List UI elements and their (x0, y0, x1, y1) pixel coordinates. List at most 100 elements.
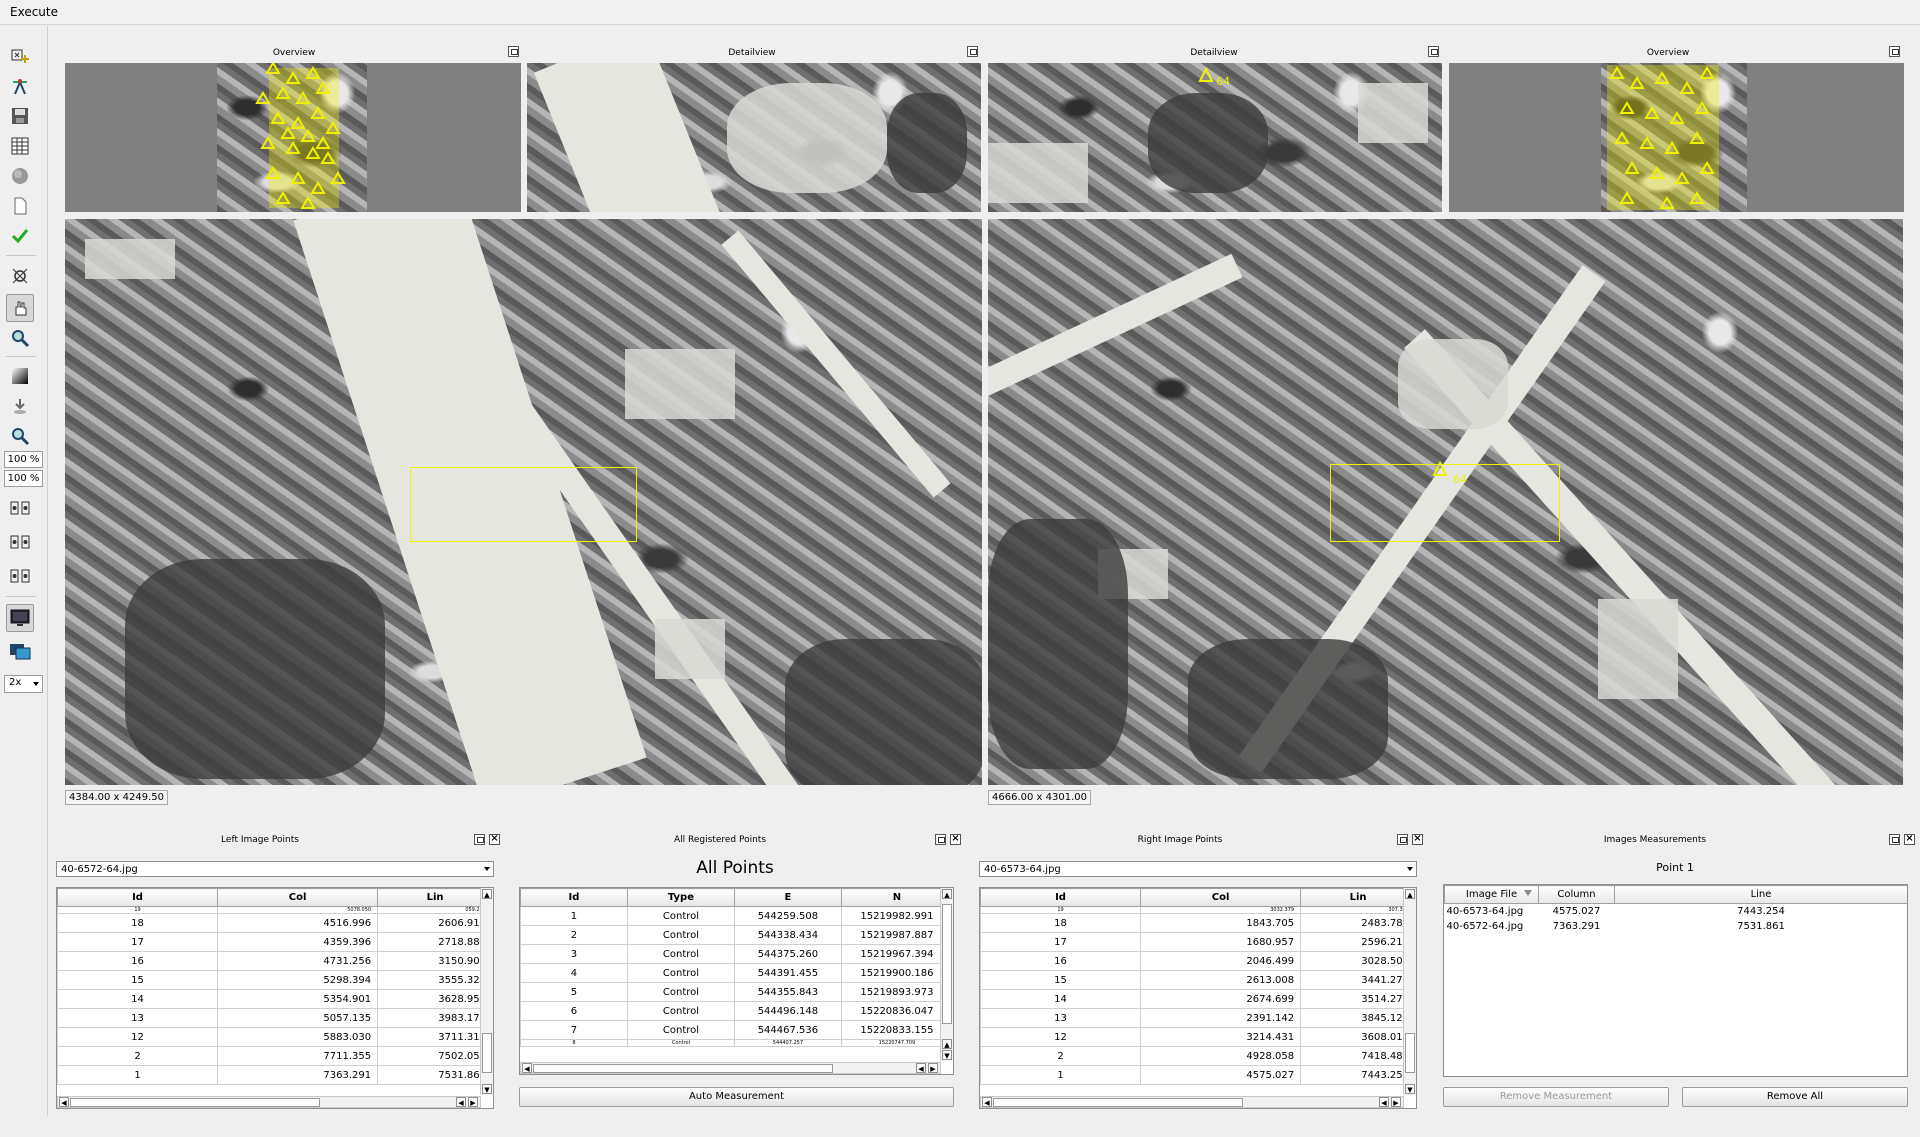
scroll-left-icon[interactable]: ◀ (982, 1097, 992, 1107)
table-row[interactable]: 12 3214.431 3608.016 (980, 1027, 1416, 1047)
column-header[interactable]: Id (980, 888, 1142, 907)
document-icon[interactable] (6, 192, 34, 220)
scroll-left-icon[interactable]: ◀ (916, 1063, 926, 1073)
table-row[interactable]: 4 Control 544391.455 15219900.186 (520, 963, 953, 983)
table-row[interactable]: 19 3032.379 307.385 (980, 906, 1416, 914)
vertical-scrollbar[interactable]: ▲ ▼ (1403, 888, 1416, 1095)
main-right-view[interactable]: 64 (988, 219, 1903, 785)
scroll-up-icon[interactable]: ▲ (942, 889, 952, 899)
detail-right-view[interactable]: 64 (988, 63, 1442, 212)
column-header[interactable]: Id (520, 888, 628, 907)
detail-left-view[interactable] (527, 63, 981, 212)
overview-left-view[interactable] (65, 63, 521, 212)
right-points-table[interactable]: Id Col Lin 19 3032.379 307.385 18 1843.705 2… (979, 887, 1417, 1109)
column-header[interactable]: Id (57, 888, 219, 907)
table-row[interactable]: 2 4928.058 7418.484 (980, 1046, 1416, 1066)
scroll-thumb[interactable] (1405, 1033, 1415, 1073)
table-row[interactable]: 17 1680.957 2596.219 (980, 932, 1416, 952)
table-row[interactable]: 40-6572-64.jpg 7363.291 7531.861 (1445, 919, 1908, 934)
scroll-thumb[interactable] (70, 1098, 320, 1107)
column-header[interactable]: Line (1614, 885, 1907, 904)
table-row[interactable]: 18 1843.705 2483.784 (980, 913, 1416, 933)
horizontal-scrollbar[interactable]: ◀ ◀ ▶ (980, 1096, 1404, 1108)
scroll-thumb[interactable] (942, 904, 952, 1024)
table-row[interactable]: 40-6573-64.jpg 4575.027 7443.254 (1445, 904, 1908, 920)
table-row[interactable]: 2 Control 544338.434 15219987.887 (520, 925, 953, 945)
scroll-right-icon[interactable]: ▶ (928, 1063, 938, 1073)
horizontal-scrollbar[interactable]: ◀ ◀ ▶ (57, 1096, 481, 1108)
table-row[interactable]: 5 Control 544355.843 15219893.973 (520, 982, 953, 1002)
scroll-down-icon[interactable]: ▼ (482, 1084, 492, 1094)
all-points-table[interactable]: Id Type E N 1 Control 544259.508 15219982.9… (519, 887, 954, 1075)
crosshair-icon[interactable] (6, 262, 34, 290)
scroll-up-icon[interactable]: ▲ (1405, 889, 1415, 899)
float-icon[interactable] (1428, 46, 1439, 57)
column-header[interactable]: Col (1140, 888, 1302, 907)
contrast-icon[interactable] (6, 362, 34, 390)
table-row[interactable]: 2 7711.355 7502.057 (57, 1046, 493, 1066)
pan-hand-icon[interactable] (6, 294, 34, 322)
table-row[interactable]: 1 4575.027 7443.254 (980, 1065, 1416, 1085)
float-icon[interactable] (935, 834, 946, 845)
zoom-left-field[interactable]: 100 % (4, 451, 43, 468)
table-row[interactable]: 16 4731.256 3150.904 (57, 951, 493, 971)
globe-icon[interactable] (6, 162, 34, 190)
scroll-left-icon[interactable]: ◀ (522, 1063, 532, 1073)
table-row[interactable]: 19 5078.050 059.294 (57, 906, 493, 914)
scroll-thumb[interactable] (533, 1064, 833, 1073)
table-icon[interactable] (6, 132, 34, 160)
close-icon[interactable]: × (950, 834, 961, 845)
float-icon[interactable] (508, 46, 519, 57)
float-icon[interactable] (474, 834, 485, 845)
link-views-icon[interactable] (6, 494, 34, 522)
table-row[interactable]: 1 Control 544259.508 15219982.991 (520, 906, 953, 926)
float-icon[interactable] (967, 46, 978, 57)
remove-all-button[interactable]: Remove All (1682, 1087, 1908, 1107)
horizontal-scrollbar[interactable]: ◀ ◀ ▶ (520, 1062, 941, 1074)
scroll-up-icon[interactable]: ▲ (942, 1039, 952, 1049)
dual-monitor-icon[interactable] (6, 638, 34, 666)
table-row[interactable]: 18 4516.996 2606.915 (57, 913, 493, 933)
main-left-view[interactable] (65, 219, 982, 785)
right-file-combo[interactable]: 40-6573-64.jpg (979, 861, 1417, 877)
table-row[interactable]: 15 5298.394 3555.321 (57, 970, 493, 990)
scroll-thumb[interactable] (482, 1033, 492, 1073)
table-row[interactable]: 14 5354.901 3628.951 (57, 989, 493, 1009)
close-icon[interactable]: × (489, 834, 500, 845)
table-row[interactable]: 12 5883.030 3711.318 (57, 1027, 493, 1047)
scroll-down-icon[interactable]: ▼ (942, 1050, 952, 1060)
table-row[interactable]: 7 Control 544467.536 15220833.155 (520, 1020, 953, 1040)
close-icon[interactable]: × (1904, 834, 1915, 845)
monitor-icon[interactable] (6, 604, 34, 632)
table-row[interactable]: 17 4359.396 2718.880 (57, 932, 493, 952)
scroll-down-icon[interactable]: ▼ (1405, 1084, 1415, 1094)
column-header[interactable]: Lin (1300, 888, 1416, 907)
column-header[interactable]: Image File (1444, 885, 1539, 904)
close-icon[interactable]: × (1412, 834, 1423, 845)
scroll-right-icon[interactable]: ▶ (1391, 1097, 1401, 1107)
download-icon[interactable] (6, 392, 34, 420)
float-icon[interactable] (1397, 834, 1408, 845)
zoom-fit-icon[interactable] (6, 422, 34, 450)
overview-right-view[interactable] (1449, 63, 1904, 212)
scroll-thumb[interactable] (993, 1098, 1243, 1107)
vertical-scrollbar[interactable]: ▲ ▲ ▼ (940, 888, 953, 1061)
table-row[interactable]: 14 2674.699 3514.273 (980, 989, 1416, 1009)
left-points-table[interactable]: Id Col Lin 19 5078.050 059.294 18 4516.996 2… (56, 887, 494, 1109)
scroll-up-icon[interactable]: ▲ (482, 889, 492, 899)
table-row[interactable]: 1 7363.291 7531.861 (57, 1065, 493, 1085)
menu-execute[interactable]: Execute (10, 5, 58, 19)
column-header[interactable]: Col (217, 888, 379, 907)
scroll-left-icon[interactable]: ◀ (1379, 1097, 1389, 1107)
table-row[interactable]: 8 Control 544407.257 15220747.709 (520, 1039, 953, 1047)
check-icon[interactable] (6, 222, 34, 250)
float-icon[interactable] (1889, 834, 1900, 845)
link-views-third-icon[interactable] (6, 562, 34, 590)
table-row[interactable]: 16 2046.499 3028.504 (980, 951, 1416, 971)
georeference-icon[interactable] (6, 72, 34, 100)
auto-measurement-button[interactable]: Auto Measurement (519, 1087, 954, 1107)
save-icon[interactable] (6, 102, 34, 130)
scroll-left-icon[interactable]: ◀ (456, 1097, 466, 1107)
detail-selection-rect[interactable] (410, 467, 637, 542)
remove-measurement-button[interactable]: Remove Measurement (1443, 1087, 1669, 1107)
